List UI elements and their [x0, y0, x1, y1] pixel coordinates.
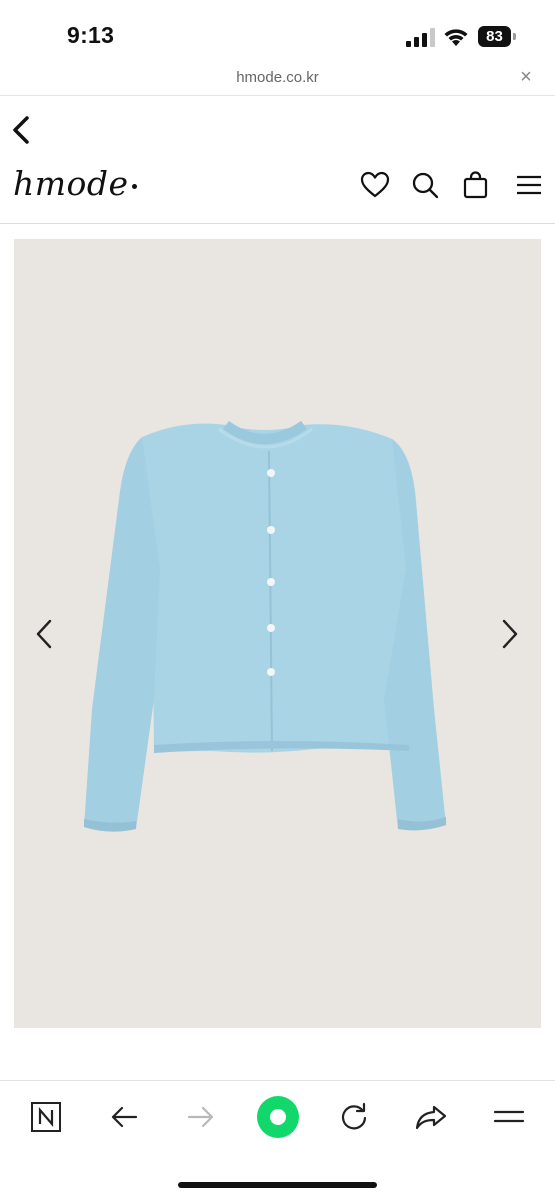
green-home-button[interactable]	[256, 1095, 300, 1139]
back-chevron-icon[interactable]	[6, 113, 36, 147]
battery-tip	[513, 33, 516, 40]
menu-icon	[493, 1110, 525, 1123]
battery-indicator: 83	[478, 26, 520, 47]
brand-logo[interactable]: hmode	[13, 164, 137, 203]
browser-back-button[interactable]	[104, 1097, 144, 1137]
menu-button[interactable]	[489, 1097, 529, 1137]
wifi-icon	[444, 29, 468, 46]
status-bar: 9:13 83	[0, 0, 555, 64]
browser-url-bar[interactable]: hmode.co.kr ×	[0, 64, 555, 96]
green-dot-icon	[257, 1096, 299, 1138]
search-icon[interactable]	[410, 170, 440, 200]
reload-button[interactable]	[334, 1097, 374, 1137]
cellular-signal-icon	[406, 28, 435, 47]
brand-dot	[131, 183, 137, 189]
product-image-cardigan	[84, 420, 446, 832]
status-time: 9:13	[67, 22, 115, 48]
chevron-right-icon[interactable]	[498, 617, 522, 651]
close-icon[interactable]: ×	[516, 67, 536, 87]
naver-n-icon	[31, 1102, 61, 1132]
browser-forward-button[interactable]	[181, 1097, 221, 1137]
product-gallery[interactable]	[14, 239, 541, 1028]
browser-toolbar	[0, 1080, 555, 1200]
chevron-left-icon[interactable]	[32, 617, 56, 651]
naver-n-button[interactable]	[26, 1097, 66, 1137]
site-header: hmode	[0, 150, 555, 224]
battery-level: 83	[478, 26, 511, 47]
heart-icon[interactable]	[360, 170, 390, 200]
arrow-right-icon	[187, 1106, 214, 1128]
home-indicator	[178, 1182, 377, 1188]
hamburger-menu-icon[interactable]	[514, 170, 544, 200]
shopping-bag-icon[interactable]	[461, 170, 491, 200]
arrow-left-icon	[111, 1106, 138, 1128]
share-button[interactable]	[411, 1097, 451, 1137]
brand-name: hmode	[13, 164, 129, 203]
reload-icon	[341, 1102, 367, 1130]
url-text[interactable]: hmode.co.kr	[0, 69, 555, 86]
share-icon	[415, 1105, 447, 1130]
